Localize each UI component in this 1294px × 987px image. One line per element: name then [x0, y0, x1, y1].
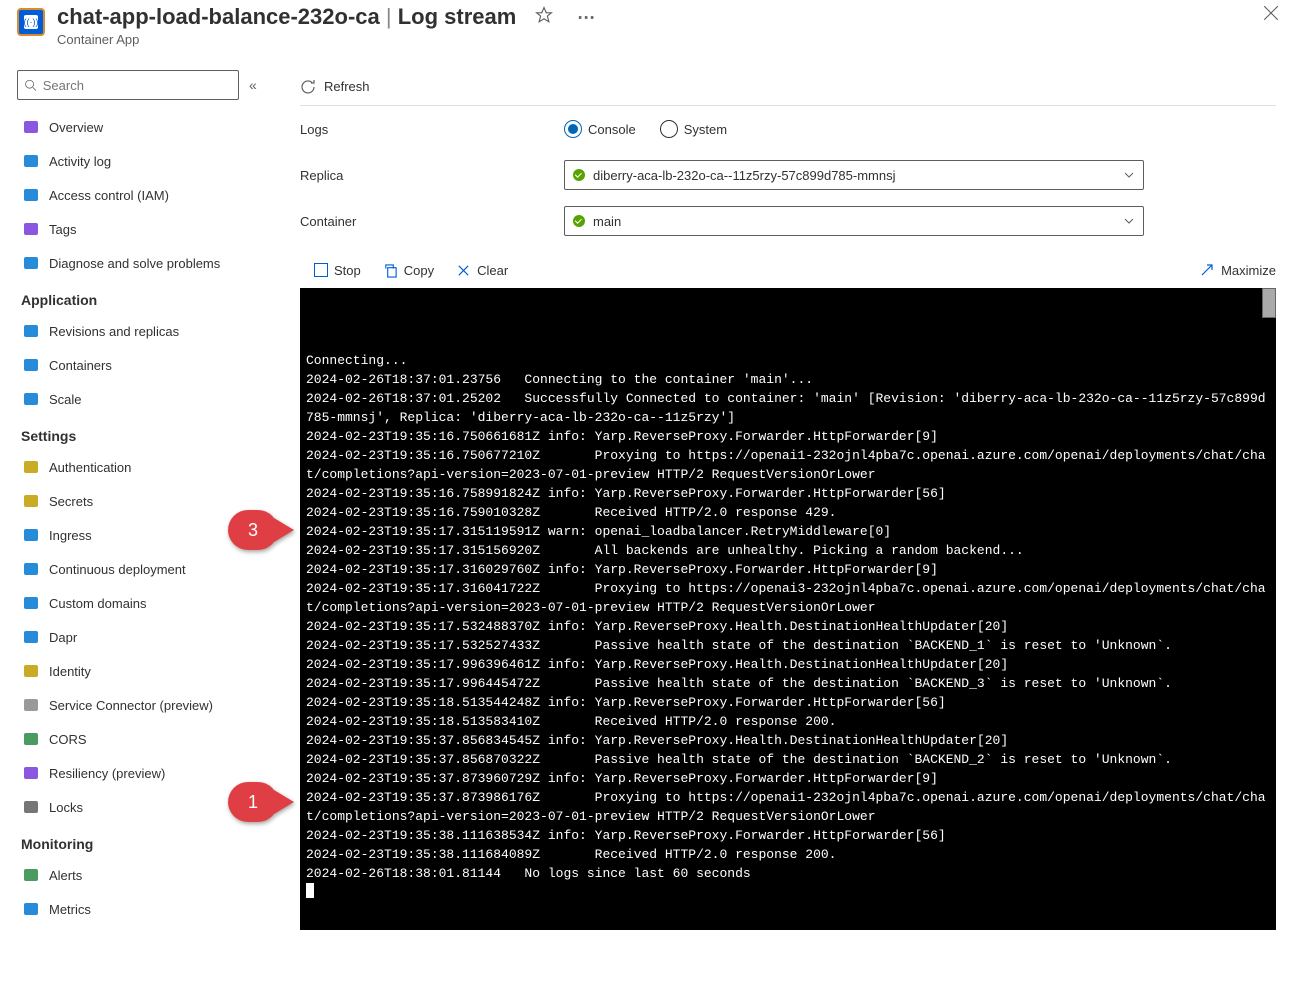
sidebar-item[interactable]: Metrics — [17, 892, 272, 926]
logs-radio-system[interactable]: System — [660, 120, 727, 138]
sidebar-item-label: Overview — [49, 120, 103, 135]
replica-label: Replica — [300, 168, 564, 183]
refresh-icon — [300, 79, 316, 95]
sidebar-item[interactable]: Secrets — [17, 484, 272, 518]
sidebar-item-label: Alerts — [49, 868, 82, 883]
container-app-icon: ((·)) — [17, 8, 45, 36]
sidebar-item-label: Activity log — [49, 154, 111, 169]
collapse-sidebar-icon[interactable]: « — [249, 77, 257, 93]
sidebar-item[interactable]: Authentication — [17, 450, 272, 484]
chevron-down-icon — [1123, 169, 1135, 181]
sidebar-item[interactable]: Containers — [17, 348, 272, 382]
sidebar-item[interactable]: Identity — [17, 654, 272, 688]
sidebar-item-label: Metrics — [49, 902, 91, 917]
sidebar-item[interactable]: Alerts — [17, 858, 272, 892]
copy-button[interactable]: Copy — [383, 263, 434, 278]
sidebar-item[interactable]: Locks — [17, 790, 272, 824]
sidebar-item-label: CORS — [49, 732, 87, 747]
sidebar-search-input[interactable] — [43, 78, 232, 93]
clear-icon — [456, 263, 471, 278]
sidebar-item-label: Service Connector (preview) — [49, 698, 213, 713]
sidebar-item-label: Locks — [49, 800, 83, 815]
sidebar-item[interactable]: Service Connector (preview) — [17, 688, 272, 722]
sidebar-item-label: Scale — [49, 392, 82, 407]
refresh-button[interactable]: Refresh — [300, 68, 1276, 106]
favorite-icon[interactable] — [535, 6, 553, 24]
sidebar-item-label: Diagnose and solve problems — [49, 256, 220, 271]
sidebar-item[interactable]: Dapr — [17, 620, 272, 654]
status-ok-icon — [573, 215, 585, 227]
sidebar-search[interactable] — [17, 70, 239, 100]
sidebar-item[interactable]: Overview — [17, 110, 272, 144]
sidebar-item-label: Dapr — [49, 630, 77, 645]
search-icon — [24, 78, 37, 92]
log-stream-output[interactable]: Connecting... 2024-02-26T18:37:01.23756 … — [300, 288, 1276, 930]
logs-label: Logs — [300, 122, 564, 137]
clear-button[interactable]: Clear — [456, 263, 508, 278]
sidebar-item[interactable]: Access control (IAM) — [17, 178, 272, 212]
sidebar-section-header: Application — [21, 292, 272, 308]
sidebar-item-label: Access control (IAM) — [49, 188, 169, 203]
sidebar-item-label: Authentication — [49, 460, 131, 475]
chevron-down-icon — [1123, 215, 1135, 227]
stop-button[interactable]: Stop — [314, 263, 361, 278]
sidebar-item-label: Resiliency (preview) — [49, 766, 165, 781]
page-title: chat-app-load-balance-232o-ca | Log stre… — [57, 4, 1250, 30]
copy-icon — [383, 263, 398, 278]
maximize-button[interactable]: Maximize — [1199, 262, 1276, 278]
blade-header: ((·)) chat-app-load-balance-232o-ca | Lo… — [0, 0, 1294, 53]
sidebar-item-label: Tags — [49, 222, 76, 237]
radio-unchecked-icon — [660, 120, 678, 138]
main-content: Refresh Logs Console System Replica dibe… — [300, 68, 1276, 987]
scrollbar-thumb[interactable] — [1262, 288, 1276, 318]
stop-icon — [314, 263, 328, 277]
sidebar-section-header: Settings — [21, 428, 272, 444]
container-value: main — [593, 214, 621, 229]
sidebar-item-label: Secrets — [49, 494, 93, 509]
sidebar-item[interactable]: CORS — [17, 722, 272, 756]
logs-radio-console[interactable]: Console — [564, 120, 636, 138]
sidebar-item[interactable]: Revisions and replicas — [17, 314, 272, 348]
sidebar-item-label: Revisions and replicas — [49, 324, 179, 339]
sidebar-item-label: Custom domains — [49, 596, 147, 611]
close-icon[interactable] — [1262, 4, 1280, 22]
sidebar-item-label: Ingress — [49, 528, 92, 543]
container-label: Container — [300, 214, 564, 229]
more-icon[interactable]: ⋯ — [577, 8, 595, 28]
sidebar-item[interactable]: Continuous deployment — [17, 552, 272, 586]
maximize-icon — [1199, 262, 1215, 278]
sidebar-item[interactable]: Diagnose and solve problems — [17, 246, 272, 280]
sidebar-item[interactable]: Activity log — [17, 144, 272, 178]
replica-dropdown[interactable]: diberry-aca-lb-232o-ca--11z5rzy-57c899d7… — [564, 160, 1144, 190]
sidebar-item[interactable]: Scale — [17, 382, 272, 416]
sidebar-item[interactable]: Custom domains — [17, 586, 272, 620]
sidebar-item-label: Containers — [49, 358, 112, 373]
sidebar-item[interactable]: Ingress — [17, 518, 272, 552]
sidebar-section-header: Monitoring — [21, 836, 272, 852]
status-ok-icon — [573, 169, 585, 181]
replica-value: diberry-aca-lb-232o-ca--11z5rzy-57c899d7… — [593, 168, 896, 183]
sidebar-item[interactable]: Tags — [17, 212, 272, 246]
cursor-icon — [306, 883, 314, 898]
radio-checked-icon — [564, 120, 582, 138]
sidebar-item-label: Identity — [49, 664, 91, 679]
sidebar: « Overview Activity log Access control (… — [0, 60, 272, 987]
sidebar-item-label: Continuous deployment — [49, 562, 186, 577]
sidebar-item[interactable]: Resiliency (preview) — [17, 756, 272, 790]
page-subtitle: Container App — [57, 32, 1250, 47]
container-dropdown[interactable]: main — [564, 206, 1144, 236]
